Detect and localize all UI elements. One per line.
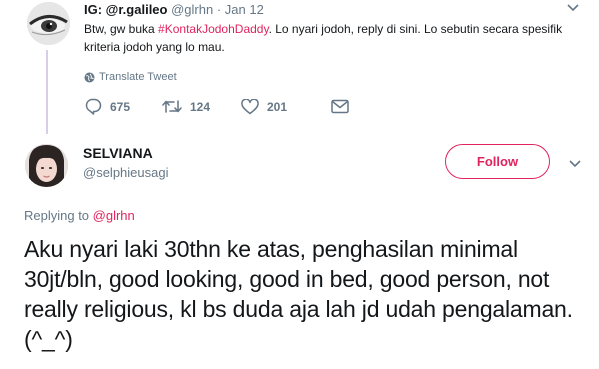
reply-icon	[85, 98, 102, 115]
thread-connector-line	[46, 50, 48, 134]
follow-button[interactable]: Follow	[445, 144, 550, 179]
reply-action[interactable]: 675	[84, 98, 162, 115]
retweet-count: 124	[190, 99, 211, 114]
translate-tweet-link[interactable]: Translate Tweet	[84, 71, 177, 83]
parent-handle: @glrhn · Jan 12	[171, 2, 264, 17]
parent-avatar[interactable]	[27, 2, 70, 45]
tweet-actions: 675 124 201	[84, 98, 349, 115]
like-action[interactable]: 201	[241, 98, 331, 115]
reply-handle[interactable]: @selphieusagi	[83, 165, 168, 180]
chevron-down-icon[interactable]	[566, 2, 580, 14]
like-count: 201	[267, 99, 288, 114]
translate-label: Translate Tweet	[99, 71, 177, 83]
reply-avatar[interactable]	[25, 144, 68, 187]
profile-photo-image	[25, 144, 68, 187]
envelope-icon	[331, 99, 349, 114]
parent-tweet-text: Btw, gw buka #KontakJodohDaddy. Lo nyari…	[84, 20, 572, 56]
reply-tweet-text: Aku nyari laki 30thn ke atas, penghasila…	[24, 236, 573, 352]
hashtag-link[interactable]: #KontakJodohDaddy	[158, 22, 269, 36]
chevron-down-icon[interactable]	[568, 158, 582, 170]
globe-icon	[84, 72, 95, 82]
retweet-icon	[162, 100, 182, 113]
parent-author-line: IG: @r.galileo @glrhn · Jan 12	[84, 2, 264, 17]
parent-date[interactable]: Jan 12	[225, 2, 264, 17]
replying-to-line: Replying to @glrhn	[24, 208, 135, 223]
replying-prefix: Replying to	[24, 208, 93, 223]
heart-icon	[241, 98, 259, 114]
parent-display-name[interactable]: IG: @r.galileo	[84, 2, 167, 17]
direct-message-action[interactable]	[331, 99, 349, 114]
eye-closeup-image	[27, 2, 70, 45]
parent-handle-link[interactable]: @glrhn	[171, 2, 213, 17]
parent-text-before: Btw, gw buka	[84, 22, 159, 36]
date-separator: ·	[213, 2, 225, 17]
retweet-action[interactable]: 124	[162, 99, 241, 114]
replying-to-mention[interactable]: @glrhn	[93, 208, 135, 223]
reply-display-name[interactable]: SELVIANA	[83, 145, 153, 161]
reply-count: 675	[110, 99, 131, 114]
